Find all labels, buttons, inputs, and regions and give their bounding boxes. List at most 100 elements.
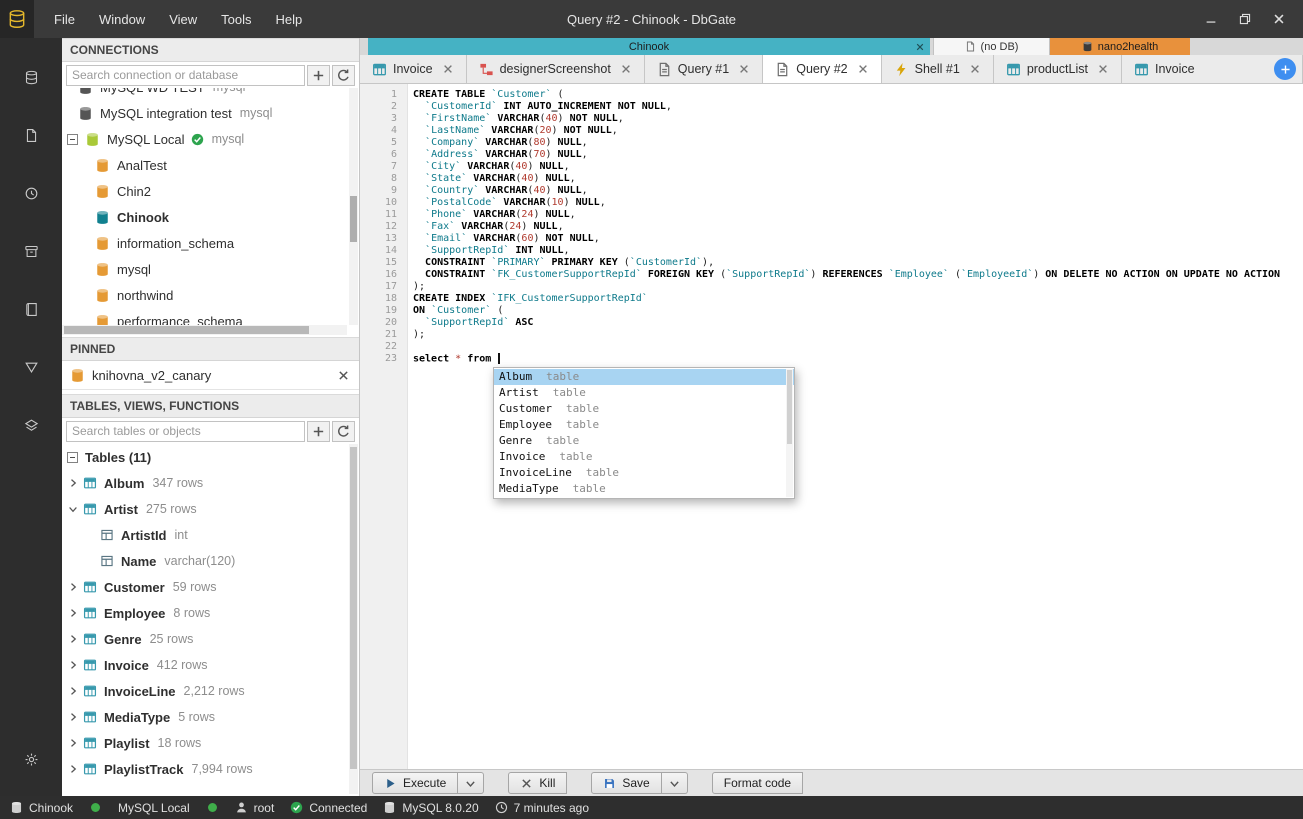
refresh-connections-button[interactable] <box>332 64 355 86</box>
add-table-button[interactable] <box>307 420 330 442</box>
tab-close-button[interactable] <box>969 63 981 75</box>
status-last-used[interactable]: 7 minutes ago <box>495 801 589 815</box>
collapse-icon[interactable] <box>67 451 78 463</box>
tables-group[interactable]: Tables (11) <box>62 444 359 470</box>
database-analtest[interactable]: AnalTest <box>62 152 359 178</box>
connection-mysql-integration-test[interactable]: MySQL integration test mysql <box>62 100 359 126</box>
status-connection[interactable]: MySQL Local <box>118 801 190 815</box>
autocomplete-item-employee[interactable]: Employee table <box>494 417 794 433</box>
status-db-status[interactable] <box>89 801 102 814</box>
autocomplete-item-invoice[interactable]: Invoice table <box>494 449 794 465</box>
table-employee[interactable]: Employee 8 rows <box>62 600 359 626</box>
toolbar-format-button[interactable]: Format code <box>711 772 804 794</box>
window-minimize-button[interactable] <box>1199 7 1223 31</box>
rail-filters-button[interactable] <box>9 344 53 390</box>
db-tab-chinook[interactable]: Chinook <box>368 38 930 55</box>
tab-close-button[interactable] <box>738 63 750 75</box>
status-user[interactable]: root <box>235 801 274 815</box>
db-tab-nano2health[interactable]: nano2health <box>1050 38 1190 55</box>
status-connected[interactable]: Connected <box>290 801 367 815</box>
status-conn-status[interactable] <box>206 801 219 814</box>
rail-history-button[interactable] <box>9 170 53 216</box>
db-tab-close-button[interactable] <box>915 42 925 52</box>
scrollbar-thumb[interactable] <box>350 447 357 769</box>
column-artistid[interactable]: ArtistId int <box>62 522 359 548</box>
database-chin2[interactable]: Chin2 <box>62 178 359 204</box>
table-album[interactable]: Album 347 rows <box>62 470 359 496</box>
table-genre[interactable]: Genre 25 rows <box>62 626 359 652</box>
database-mysql[interactable]: mysql <box>62 256 359 282</box>
table-playlisttrack[interactable]: PlaylistTrack 7,994 rows <box>62 756 359 782</box>
table-invoiceline[interactable]: InvoiceLine 2,212 rows <box>62 678 359 704</box>
menu-window[interactable]: Window <box>87 8 157 31</box>
chevron-right-icon[interactable] <box>67 737 79 749</box>
tab-query-2-4[interactable]: Query #2 <box>763 55 882 83</box>
window-close-button[interactable] <box>1267 7 1291 31</box>
tab-close-button[interactable] <box>620 63 632 75</box>
menu-view[interactable]: View <box>157 8 209 31</box>
chevron-right-icon[interactable] <box>67 685 79 697</box>
tables-vertical-scrollbar[interactable] <box>349 444 358 794</box>
connections-vertical-scrollbar[interactable] <box>349 88 358 325</box>
menu-help[interactable]: Help <box>264 8 315 31</box>
tab-designerscreenshot-2[interactable]: designerScreenshot <box>466 55 645 83</box>
database-information-schema[interactable]: information_schema <box>62 230 359 256</box>
tab-close-button[interactable] <box>1097 63 1109 75</box>
chevron-right-icon[interactable] <box>67 633 79 645</box>
tab-close-button[interactable] <box>857 63 869 75</box>
rail-plugins-button[interactable] <box>9 402 53 448</box>
rail-archive-button[interactable] <box>9 228 53 274</box>
unpin-button[interactable] <box>337 369 350 382</box>
autocomplete-item-mediatype[interactable]: MediaType table <box>494 481 794 497</box>
toolbar-save-button[interactable]: Save <box>591 772 662 794</box>
connection-mysql-local[interactable]: MySQL Local mysql <box>62 126 359 152</box>
chevron-right-icon[interactable] <box>67 607 79 619</box>
rail-docs-button[interactable] <box>9 286 53 332</box>
window-restore-button[interactable] <box>1233 7 1257 31</box>
toolbar-execute-button[interactable]: Execute <box>372 772 459 794</box>
autocomplete-item-genre[interactable]: Genre table <box>494 433 794 449</box>
rail-settings-button[interactable] <box>9 736 53 782</box>
pinned-knihovna-v2-canary[interactable]: knihovna_v2_canary <box>62 361 359 390</box>
toolbar-save-dropdown[interactable] <box>661 772 688 794</box>
chevron-down-icon[interactable] <box>67 503 79 515</box>
autocomplete-item-customer[interactable]: Customer table <box>494 401 794 417</box>
refresh-tables-button[interactable] <box>332 420 355 442</box>
collapse-icon[interactable] <box>67 133 78 145</box>
tab-shell-1-5[interactable]: Shell #1 <box>881 55 994 83</box>
chevron-right-icon[interactable] <box>67 581 79 593</box>
table-customer[interactable]: Customer 59 rows <box>62 574 359 600</box>
tab-close-button[interactable] <box>442 63 454 75</box>
connections-horizontal-scrollbar[interactable] <box>62 325 347 335</box>
tab-productlist-6[interactable]: productList <box>993 55 1122 83</box>
tab-invoice-1[interactable]: Invoice <box>360 55 467 83</box>
db-tab-no-db[interactable]: (no DB) <box>933 38 1050 55</box>
rail-files-button[interactable] <box>9 112 53 158</box>
database-chinook[interactable]: Chinook <box>62 204 359 230</box>
column-name[interactable]: Name varchar(120) <box>62 548 359 574</box>
autocomplete-item-album[interactable]: Album table <box>494 369 794 385</box>
toolbar-execute-dropdown[interactable] <box>458 772 485 794</box>
status-version[interactable]: MySQL 8.0.20 <box>383 801 479 815</box>
scrollbar-thumb[interactable] <box>787 370 792 445</box>
chevron-right-icon[interactable] <box>67 477 79 489</box>
chevron-right-icon[interactable] <box>67 711 79 723</box>
table-invoice[interactable]: Invoice 412 rows <box>62 652 359 678</box>
autocomplete-scrollbar[interactable] <box>786 369 793 497</box>
status-database[interactable]: Chinook <box>10 801 73 815</box>
database-northwind[interactable]: northwind <box>62 282 359 308</box>
scrollbar-thumb[interactable] <box>350 196 357 242</box>
toolbar-kill-button[interactable]: Kill <box>508 772 568 794</box>
connection-mysql-wd-test[interactable]: MySQL WD TEST mysql <box>62 88 359 100</box>
menu-file[interactable]: File <box>42 8 87 31</box>
tab-query-1-3[interactable]: Query #1 <box>644 55 764 83</box>
new-tab-button[interactable] <box>1274 58 1296 80</box>
autocomplete-item-invoiceline[interactable]: InvoiceLine table <box>494 465 794 481</box>
connection-search-input[interactable] <box>66 64 305 86</box>
table-search-input[interactable] <box>66 420 305 442</box>
table-playlist[interactable]: Playlist 18 rows <box>62 730 359 756</box>
chevron-right-icon[interactable] <box>67 763 79 775</box>
chevron-right-icon[interactable] <box>67 659 79 671</box>
table-mediatype[interactable]: MediaType 5 rows <box>62 704 359 730</box>
scrollbar-thumb[interactable] <box>64 326 310 334</box>
